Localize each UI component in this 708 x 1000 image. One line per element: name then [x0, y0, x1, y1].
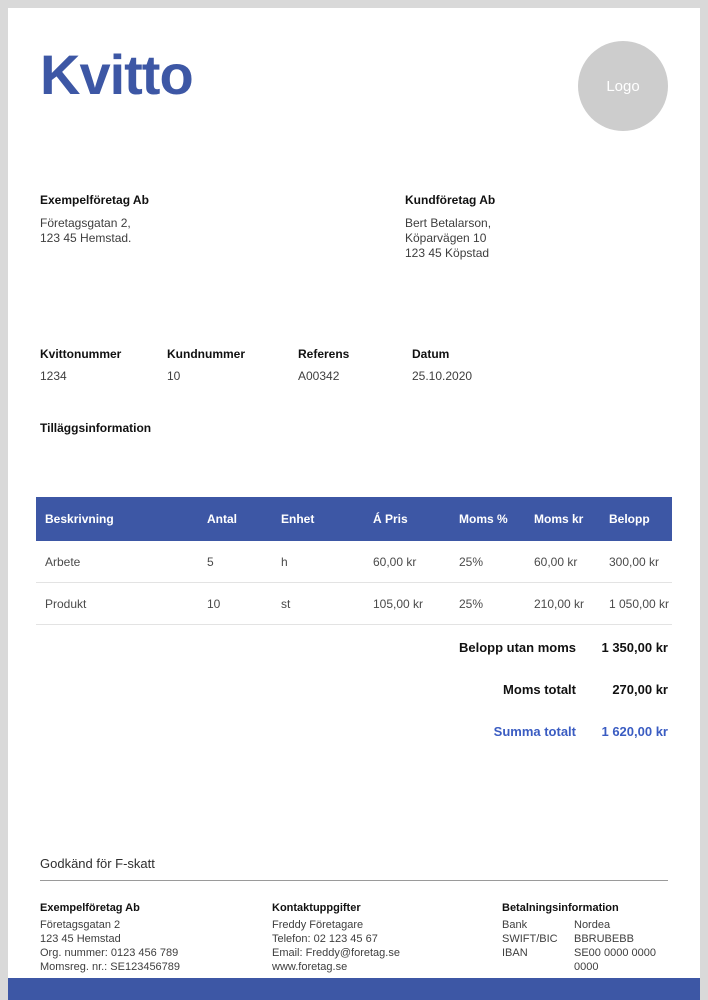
seller-address-line: 123 45 Hemstad. — [40, 231, 132, 245]
footer-payment-column: Betalningsinformation Bank Nordea SWIFT/… — [502, 901, 668, 974]
meta-value: 1234 — [40, 369, 67, 383]
cell-belopp: 300,00 kr — [609, 554, 660, 569]
totals-section: Belopp utan moms 1 350,00 kr Moms totalt… — [40, 640, 668, 739]
cell-beskrivning: Arbete — [45, 554, 81, 569]
buyer-address-line: Bert Betalarson, — [405, 216, 492, 230]
cell-beskrivning: Produkt — [45, 596, 87, 611]
header-cell-belopp: Belopp — [609, 512, 650, 526]
meta-label: Kundnummer — [167, 347, 245, 361]
meta-value: A00342 — [298, 369, 340, 383]
total-row-vat: Moms totalt 270,00 kr — [40, 682, 668, 697]
buyer-address-line: 123 45 Köpstad — [405, 246, 490, 260]
meta-label: Referens — [298, 347, 350, 361]
footer-line: 123 45 Hemstad — [40, 933, 121, 945]
footer-line: Telefon: 02 123 45 67 — [272, 933, 378, 945]
footer-line: Org. nummer: 0123 456 789 — [40, 947, 179, 959]
header-cell-beskrivning: Beskrivning — [45, 512, 114, 526]
payment-value: Nordea — [574, 919, 611, 931]
additional-info-heading: Tilläggsinformation — [40, 421, 152, 435]
meta-label: Datum — [412, 347, 450, 361]
payment-row: IBAN SE00 0000 0000 0000 — [502, 946, 668, 974]
footer-line: www.foretag.se — [272, 961, 348, 973]
payment-label: IBAN — [502, 947, 528, 959]
total-value: 1 620,00 kr — [601, 724, 668, 739]
cell-moms-pct: 25% — [459, 554, 484, 569]
cell-a-pris: 60,00 kr — [373, 554, 417, 569]
receipt-meta-row: Kvittonummer 1234 Kundnummer 10 Referens… — [40, 347, 668, 384]
document-header: Kvitto Logo — [40, 41, 668, 131]
payment-label: Bank — [502, 919, 528, 931]
logo-label: Logo — [606, 77, 640, 95]
meta-value: 25.10.2020 — [412, 369, 473, 383]
payment-row: Bank Nordea — [502, 918, 668, 932]
seller-address-block: Exempelföretag Ab Företagsgatan 2, 123 4… — [40, 193, 405, 261]
tax-note: Godkänd för F-skatt — [40, 856, 155, 871]
meta-field-kvittonummer: Kvittonummer 1234 — [40, 347, 167, 384]
footer-divider — [40, 880, 668, 881]
footer-line: Momsreg. nr.: SE123456789 — [40, 961, 181, 973]
cell-moms-kr: 60,00 kr — [534, 554, 578, 569]
header-cell-moms-kr: Moms kr — [534, 512, 584, 526]
items-table-header-row: Beskrivning Antal Enhet Á Pris Moms % Mo… — [36, 497, 672, 541]
total-label: Moms totalt — [503, 682, 576, 697]
cell-belopp: 1 050,00 kr — [609, 596, 670, 611]
header-cell-antal: Antal — [207, 512, 237, 526]
seller-address-line: Företagsgatan 2, — [40, 216, 131, 230]
total-row-grand: Summa totalt 1 620,00 kr — [40, 724, 668, 739]
header-cell-moms-pct: Moms % — [459, 512, 508, 526]
cell-moms-kr: 210,00 kr — [534, 596, 585, 611]
meta-field-referens: Referens A00342 — [298, 347, 412, 384]
address-section: Exempelföretag Ab Företagsgatan 2, 123 4… — [40, 193, 668, 261]
total-row-net: Belopp utan moms 1 350,00 kr — [40, 640, 668, 655]
buyer-address-line: Köparvägen 10 — [405, 231, 487, 245]
payment-row: SWIFT/BIC BBRUBEBB — [502, 932, 668, 946]
table-row: Produkt 10 st 105,00 kr 25% 210,00 kr 1 … — [36, 583, 672, 625]
meta-field-kundnummer: Kundnummer 10 — [167, 347, 298, 384]
buyer-address-block: Kundföretag Ab Bert Betalarson, Köparväg… — [405, 193, 668, 261]
total-label: Belopp utan moms — [458, 640, 576, 655]
footer-line: Freddy Företagare — [272, 919, 364, 931]
cell-a-pris: 105,00 kr — [373, 596, 424, 611]
footer-line: Företagsgatan 2 — [40, 919, 121, 931]
cell-enhet: st — [281, 596, 291, 611]
items-table: Beskrivning Antal Enhet Á Pris Moms % Mo… — [36, 497, 672, 625]
footer-line: Email: Freddy@foretag.se — [272, 947, 400, 959]
buyer-name: Kundföretag Ab — [405, 193, 496, 207]
payment-value: BBRUBEBB — [574, 933, 634, 945]
payment-value: SE00 0000 0000 0000 — [574, 947, 656, 973]
footer-section: Exempelföretag Ab Företagsgatan 2 123 45… — [40, 901, 668, 974]
total-value: 1 350,00 kr — [601, 640, 668, 655]
total-value: 270,00 kr — [612, 682, 668, 697]
meta-value: 10 — [167, 369, 181, 383]
cell-moms-pct: 25% — [459, 596, 484, 611]
cell-antal: 10 — [207, 596, 221, 611]
footer-heading: Betalningsinformation — [502, 902, 619, 914]
footer-heading: Exempelföretag Ab — [40, 902, 140, 914]
footer-company-column: Exempelföretag Ab Företagsgatan 2 123 45… — [40, 901, 272, 974]
receipt-page: Kvitto Logo Exempelföretag Ab Företagsga… — [0, 0, 708, 1000]
footer-heading: Kontaktuppgifter — [272, 902, 361, 914]
logo-placeholder: Logo — [578, 41, 668, 131]
seller-name: Exempelföretag Ab — [40, 193, 149, 207]
footer-contact-column: Kontaktuppgifter Freddy Företagare Telef… — [272, 901, 502, 974]
cell-enhet: h — [281, 554, 288, 569]
cell-antal: 5 — [207, 554, 214, 569]
header-cell-a-pris: Á Pris — [373, 512, 408, 526]
meta-field-datum: Datum 25.10.2020 — [412, 347, 668, 384]
meta-label: Kvittonummer — [40, 347, 122, 361]
payment-label: SWIFT/BIC — [502, 933, 558, 945]
header-cell-enhet: Enhet — [281, 512, 315, 526]
total-label: Summa totalt — [493, 724, 576, 739]
bottom-accent-bar — [8, 978, 700, 1000]
page-title: Kvitto — [40, 43, 194, 106]
table-row: Arbete 5 h 60,00 kr 25% 60,00 kr 300,00 … — [36, 541, 672, 583]
